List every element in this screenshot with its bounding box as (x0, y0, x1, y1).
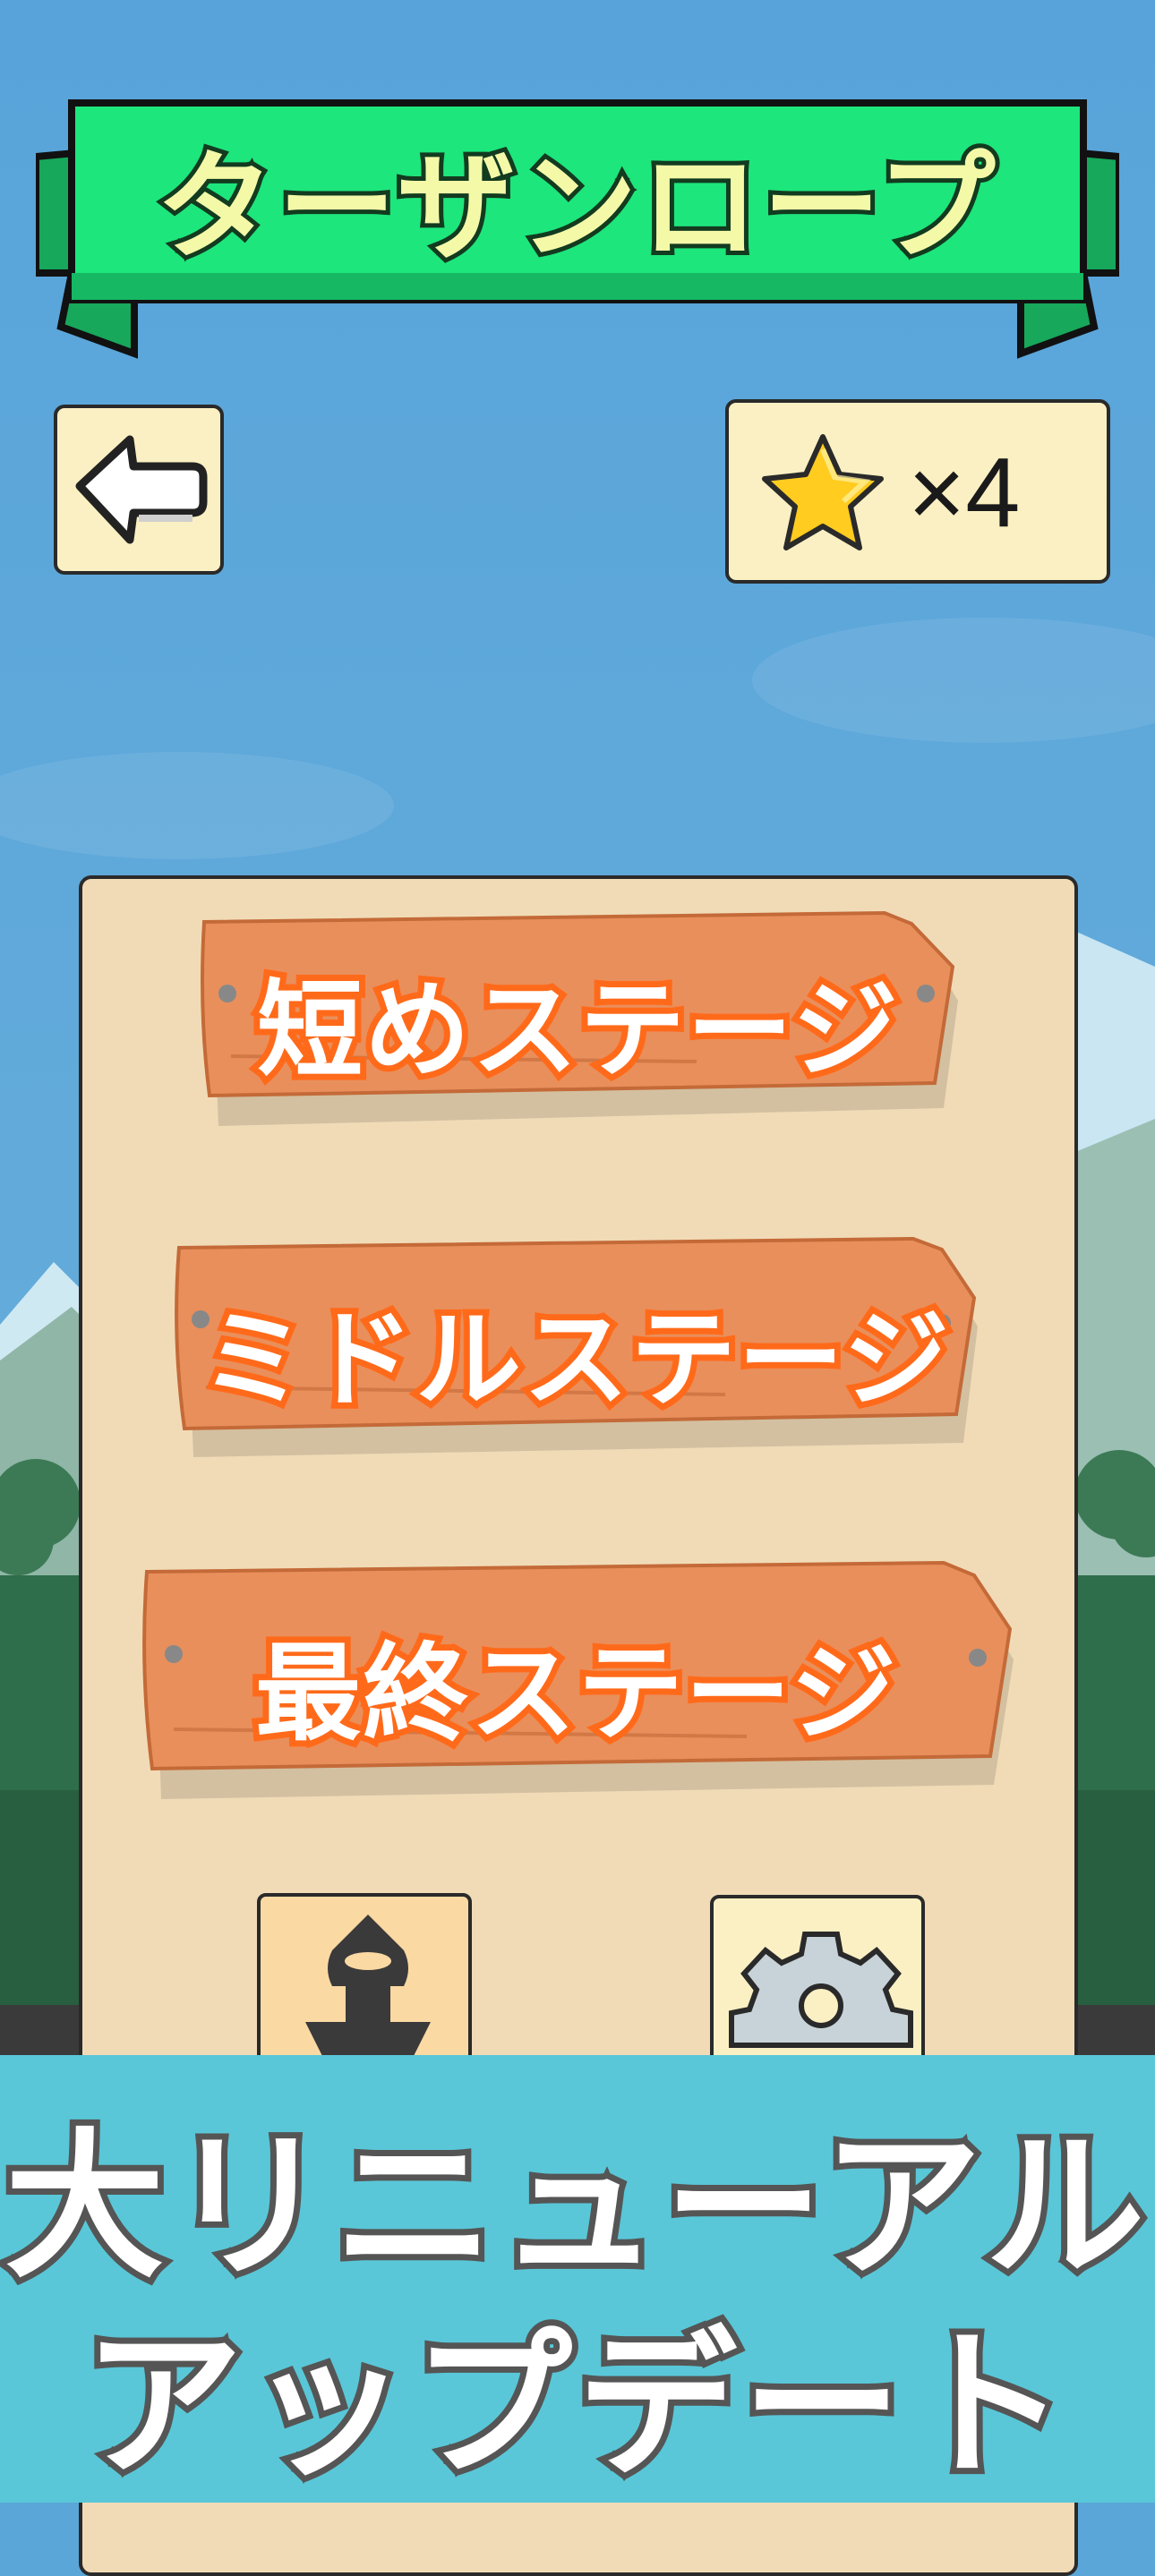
settings-button[interactable] (710, 1895, 925, 2074)
back-button[interactable] (54, 405, 224, 575)
middle-stage-label: ミドルステージ (194, 1292, 955, 1428)
promo-line-1: 大リニューアル (0, 2108, 1151, 2306)
promo-line-2: アップデート (77, 2307, 1073, 2504)
character-button[interactable] (257, 1893, 472, 2072)
middle-stage-button[interactable]: ミドルステージ (170, 1230, 981, 1470)
ninja-icon (305, 1915, 431, 2068)
short-stage-button[interactable]: 短めステージ (195, 904, 962, 1137)
short-stage-label: 短めステージ (251, 962, 904, 1098)
game-title: ターザンロープ (151, 134, 999, 281)
back-arrow-icon (75, 435, 208, 544)
star-icon (762, 434, 884, 550)
final-stage-label: 最終ステージ (249, 1625, 903, 1761)
final-stage-button[interactable]: 最終ステージ (138, 1554, 1015, 1813)
gear-icon (729, 1932, 913, 2048)
star-counter: ×4 (725, 399, 1110, 584)
star-count: ×4 (908, 437, 1021, 548)
